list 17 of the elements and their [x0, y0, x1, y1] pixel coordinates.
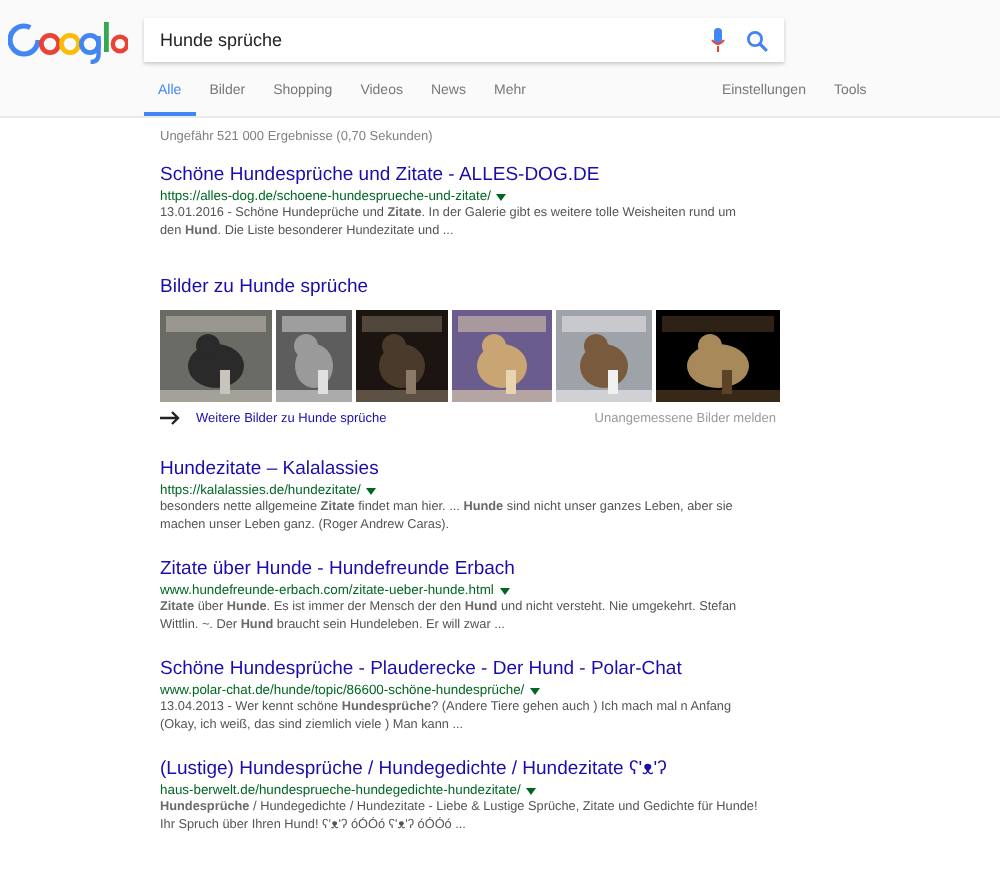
- caret-icon[interactable]: [366, 487, 377, 495]
- search-bar[interactable]: Hunde sprüche: [144, 18, 784, 62]
- result-title[interactable]: Schöne Hundesprüche - Plauderecke - Der Hund - Polar-Chat: [160, 658, 820, 682]
- caret-icon[interactable]: [499, 587, 510, 595]
- result-title[interactable]: (Lustige) Hundesprüche / Hundegedichte / Hundezitate ʕ'ᴥ'ʔ: [160, 758, 820, 782]
- caret-icon[interactable]: [496, 193, 507, 201]
- images-heading[interactable]: Bilder zu Hunde sprüche: [160, 276, 820, 300]
- caret-icon[interactable]: [526, 787, 537, 795]
- caret-icon[interactable]: [530, 687, 541, 695]
- result-title[interactable]: Schöne Hundesprüche und Zitate - ALLES-DOG.DE: [160, 164, 820, 188]
- microphone-icon[interactable]: [710, 28, 726, 52]
- logo[interactable]: [8, 16, 128, 64]
- search-field[interactable]: Hunde sprüche: [160, 30, 690, 50]
- result-title[interactable]: Zitate über Hunde - Hundefreunde Erbach: [160, 558, 820, 582]
- arrow-icon[interactable]: [160, 410, 180, 426]
- result-title[interactable]: Hundezitate – Kalalassies: [160, 458, 820, 482]
- search-icon[interactable]: [746, 29, 768, 51]
